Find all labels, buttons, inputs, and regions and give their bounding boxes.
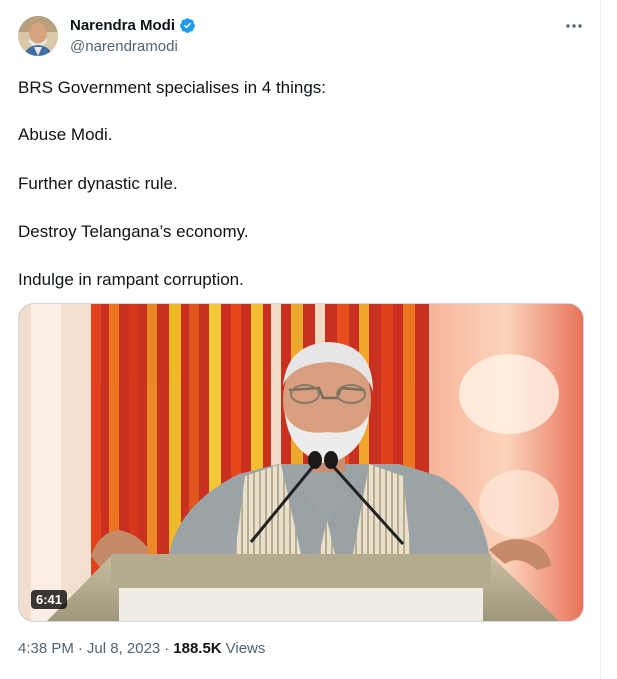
tweet-meta: 4:38 PM · Jul 8, 2023 · 188.5K Views <box>18 640 265 657</box>
avatar[interactable] <box>18 16 58 56</box>
verified-badge-icon <box>180 18 195 33</box>
tweet-text-line: BRS Government specialises in 4 things: <box>18 78 327 97</box>
avatar-image <box>18 16 58 56</box>
tweet-text-line: Destroy Telangana’s economy. <box>18 222 249 241</box>
tweet-text-line: Indulge in rampant corruption. <box>18 270 244 289</box>
tweet-text-line: Abuse Modi. <box>18 125 113 144</box>
meta-separator: · <box>164 640 170 657</box>
author-name-row[interactable]: Narendra Modi <box>70 17 196 34</box>
column-divider <box>600 0 601 679</box>
tweet-date[interactable]: Jul 8, 2023 <box>87 640 160 657</box>
tweet-text-line: Further dynastic rule. <box>18 174 178 193</box>
more-button[interactable] <box>560 14 588 38</box>
video-thumbnail <box>19 304 583 621</box>
video-player[interactable]: 6:41 <box>18 303 584 622</box>
more-horizontal-icon <box>566 24 582 28</box>
tweet-time[interactable]: 4:38 PM <box>18 640 74 657</box>
author-handle[interactable]: @narendramodi <box>70 38 178 55</box>
tweet: Narendra Modi @narendramodi BRS Governme… <box>0 0 600 679</box>
video-duration: 6:41 <box>31 590 68 609</box>
views-count[interactable]: 188.5K <box>173 640 221 657</box>
views-label: Views <box>225 640 266 657</box>
meta-separator: · <box>77 640 83 657</box>
author-name[interactable]: Narendra Modi <box>70 17 175 34</box>
